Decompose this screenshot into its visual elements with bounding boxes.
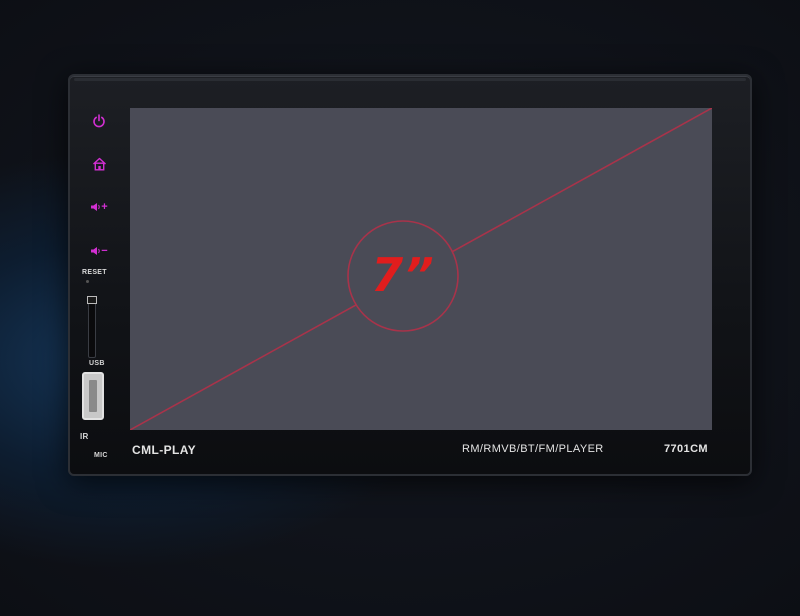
sd-card-slot[interactable]	[88, 296, 96, 358]
volume-up-icon	[90, 202, 101, 212]
model-label: 7701CM	[664, 443, 708, 455]
usb-port[interactable]	[82, 372, 104, 420]
usb-label: USB	[89, 360, 105, 367]
volume-down-icon	[90, 246, 101, 256]
volume-up-symbol: +	[101, 201, 108, 213]
features-label: RM/RMVB/BT/FM/PLAYER	[462, 443, 604, 455]
brand-label: CML-PLAY	[132, 443, 197, 457]
display-screen[interactable]: 7”	[130, 108, 712, 430]
reset-label: RESET	[82, 269, 107, 276]
car-stereo-unit: + − RESET USB IR MIC 7” CML-PLAY RM/RMVB…	[68, 74, 752, 476]
home-button[interactable]	[86, 152, 112, 176]
power-icon	[92, 114, 106, 128]
volume-up-button[interactable]: +	[86, 195, 112, 219]
volume-down-symbol: −	[101, 245, 108, 257]
screen-size-label: 7”	[371, 248, 435, 302]
volume-down-button[interactable]: −	[86, 239, 112, 263]
ir-label: IR	[80, 432, 89, 441]
sd-card-icon	[87, 296, 97, 304]
reset-pinhole[interactable]	[86, 280, 89, 283]
mic-label: MIC	[94, 452, 108, 459]
power-button[interactable]	[86, 109, 112, 133]
home-icon	[92, 157, 107, 171]
device-top-edge	[74, 78, 746, 81]
